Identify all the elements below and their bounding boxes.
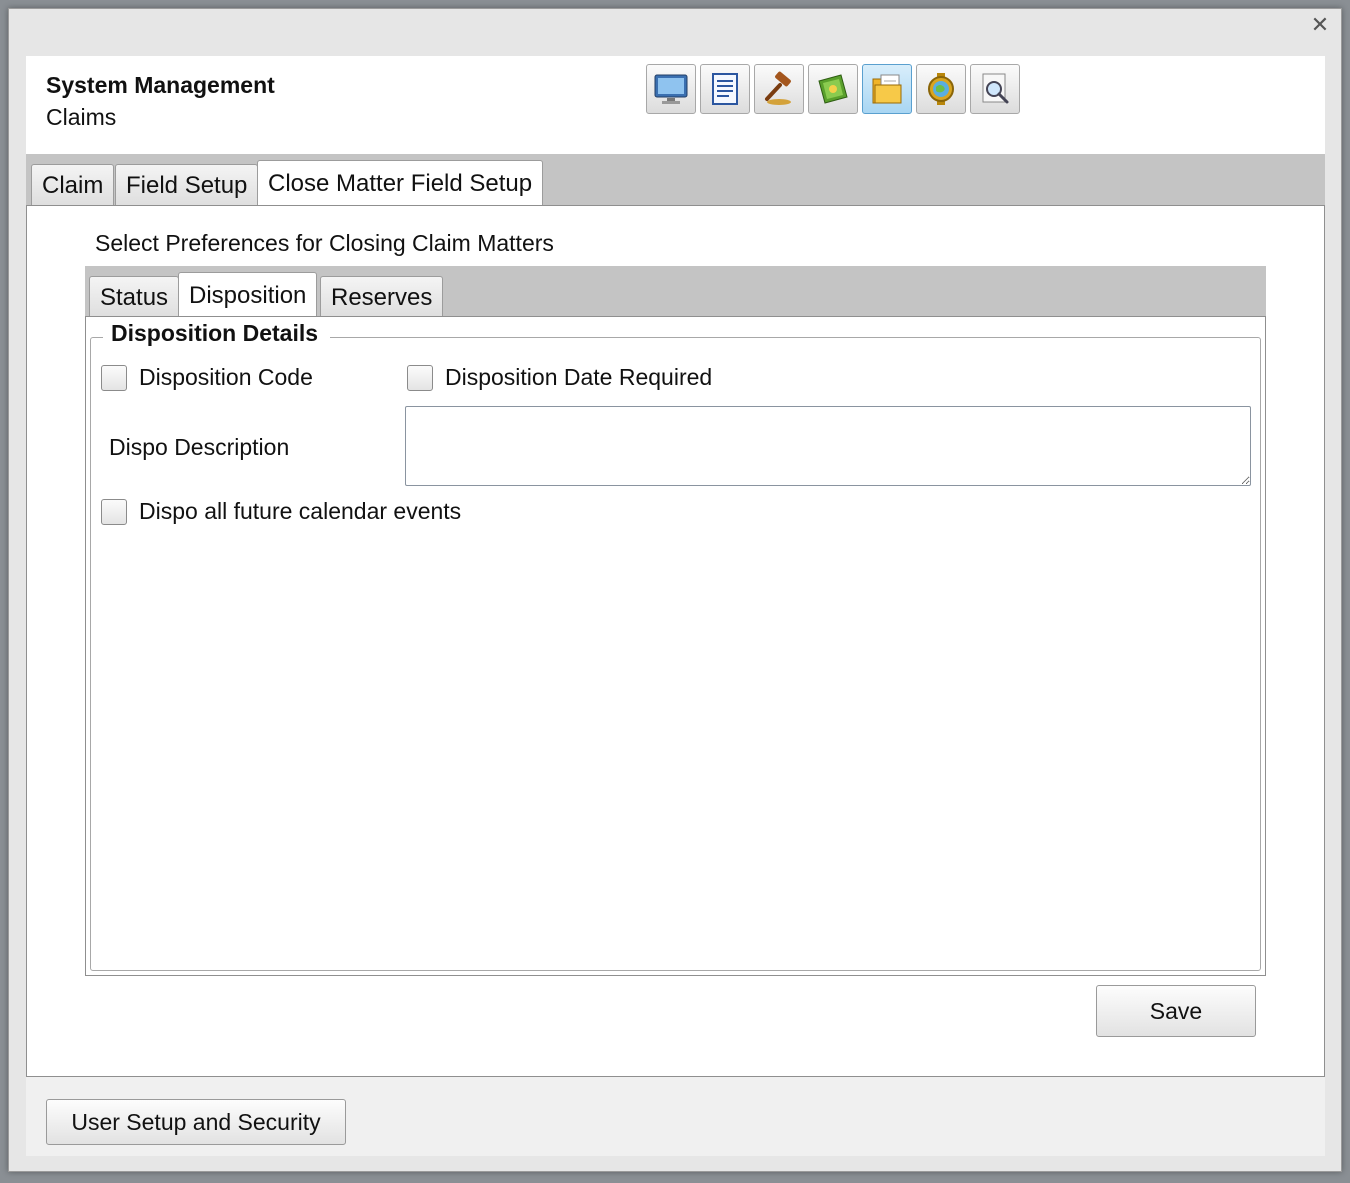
close-matter-panel: Select Preferences for Closing Claim Mat… bbox=[26, 205, 1325, 1077]
disposition-date-required-label: Disposition Date Required bbox=[445, 364, 713, 390]
green-book-icon bbox=[818, 74, 848, 104]
outer-tab-strip: Claim Field Setup Close Matter Field Set… bbox=[26, 154, 1325, 206]
dispo-description-label: Dispo Description bbox=[109, 434, 290, 460]
disposition-date-required-option[interactable]: Disposition Date Required bbox=[407, 364, 712, 391]
footer-bar: User Setup and Security bbox=[26, 1077, 1325, 1156]
user-setup-security-button[interactable]: User Setup and Security bbox=[46, 1099, 346, 1145]
page-subtitle: Claims bbox=[46, 104, 117, 130]
tab-close-matter-field-setup[interactable]: Close Matter Field Setup bbox=[257, 160, 544, 206]
gavel-icon bbox=[765, 71, 791, 105]
tab-claim[interactable]: Claim bbox=[31, 164, 115, 206]
title-bar: ✕ bbox=[9, 9, 1341, 41]
dialog-content: System Management Claims Claim Field Set… bbox=[26, 56, 1325, 1156]
dispo-description-input[interactable] bbox=[405, 406, 1251, 486]
search-document-toolbar-button[interactable] bbox=[970, 64, 1020, 114]
tab-status[interactable]: Status bbox=[89, 276, 180, 318]
preferences-label: Select Preferences for Closing Claim Mat… bbox=[95, 230, 554, 256]
gavel-toolbar-button[interactable] bbox=[754, 64, 804, 114]
globe-icon bbox=[928, 73, 954, 105]
toolbar bbox=[646, 64, 1020, 114]
dispo-future-events-option[interactable]: Dispo all future calendar events bbox=[101, 498, 461, 525]
disposition-panel: Disposition Details Disposition Code Dis… bbox=[85, 316, 1266, 976]
tab-reserves[interactable]: Reserves bbox=[320, 276, 444, 318]
tab-field-setup[interactable]: Field Setup bbox=[115, 164, 259, 206]
dispo-future-events-label: Dispo all future calendar events bbox=[139, 498, 462, 524]
disposition-code-label: Disposition Code bbox=[139, 364, 313, 390]
system-management-window: ✕ System Management Claims Claim Field S… bbox=[8, 8, 1342, 1172]
inner-tab-strip: Status Disposition Reserves bbox=[85, 266, 1266, 318]
close-icon[interactable]: ✕ bbox=[1309, 15, 1331, 37]
dispo-future-events-checkbox[interactable] bbox=[101, 498, 127, 525]
document-icon bbox=[712, 73, 738, 105]
monitor-toolbar-button[interactable] bbox=[646, 64, 696, 114]
globe-toolbar-button[interactable] bbox=[916, 64, 966, 114]
disposition-details-group: Disposition Details Disposition Code Dis… bbox=[90, 320, 1261, 971]
disposition-code-checkbox[interactable] bbox=[101, 364, 127, 391]
document-toolbar-button[interactable] bbox=[700, 64, 750, 114]
folder-icon bbox=[872, 74, 902, 104]
folder-toolbar-button[interactable] bbox=[862, 64, 912, 114]
page-title: System Management bbox=[46, 72, 275, 98]
disposition-date-required-checkbox[interactable] bbox=[407, 364, 433, 391]
magnifier-document-icon bbox=[982, 73, 1009, 104]
disposition-details-legend: Disposition Details bbox=[103, 320, 331, 347]
save-button[interactable]: Save bbox=[1096, 985, 1256, 1037]
monitor-icon bbox=[654, 74, 688, 104]
green-book-toolbar-button[interactable] bbox=[808, 64, 858, 114]
disposition-code-option[interactable]: Disposition Code bbox=[101, 364, 313, 391]
tab-disposition[interactable]: Disposition bbox=[178, 272, 318, 318]
